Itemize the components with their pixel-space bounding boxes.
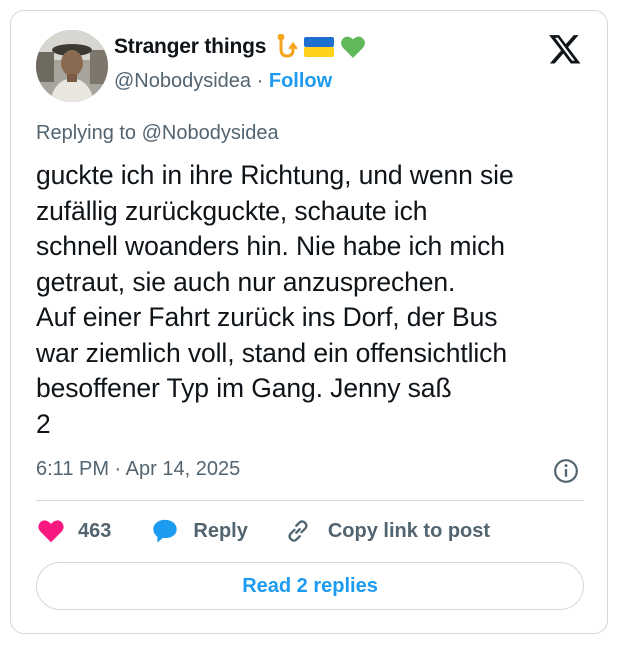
hook-emoji-icon [272, 34, 298, 60]
follow-button[interactable]: Follow [269, 70, 332, 92]
link-icon [288, 520, 308, 542]
tweet-text: guckte ich in ihre Richtung, und wenn si… [36, 160, 514, 439]
divider [36, 500, 584, 501]
author-display-name[interactable]: Stranger things [114, 35, 266, 59]
read-replies-button[interactable]: Read 2 replies [36, 562, 584, 610]
reply-bubble-icon [153, 519, 178, 543]
replying-to-prefix: Replying to [36, 122, 142, 144]
like-count: 463 [78, 519, 112, 542]
reply-label: Reply [193, 519, 248, 542]
copy-link-button[interactable]: Copy link to post [284, 517, 490, 545]
author-handle-row: @Nobodysidea · Follow [114, 70, 332, 93]
tweet-timestamp[interactable]: 6:11 PM · Apr 14, 2025 [36, 458, 240, 481]
info-icon[interactable] [553, 458, 579, 484]
replying-to-mention[interactable]: @Nobodysidea [142, 122, 279, 144]
author-handle[interactable]: @Nobodysidea [114, 70, 251, 92]
handle-separator: · [256, 70, 264, 92]
heart-icon [38, 520, 64, 543]
avatar[interactable] [36, 30, 108, 102]
ukraine-flag-icon [304, 37, 335, 57]
author-name-row: Stranger things [114, 34, 366, 60]
copy-link-label: Copy link to post [327, 519, 491, 542]
replying-to-line: Replying to @Nobodysidea [36, 122, 279, 145]
green-heart-icon [340, 35, 366, 59]
avatar-image [36, 30, 108, 102]
x-logo-icon[interactable] [548, 32, 582, 66]
like-button[interactable]: 463 [36, 516, 111, 546]
reply-button[interactable]: Reply [151, 517, 248, 545]
action-bar: 463 Reply Copy link to post [36, 516, 490, 546]
